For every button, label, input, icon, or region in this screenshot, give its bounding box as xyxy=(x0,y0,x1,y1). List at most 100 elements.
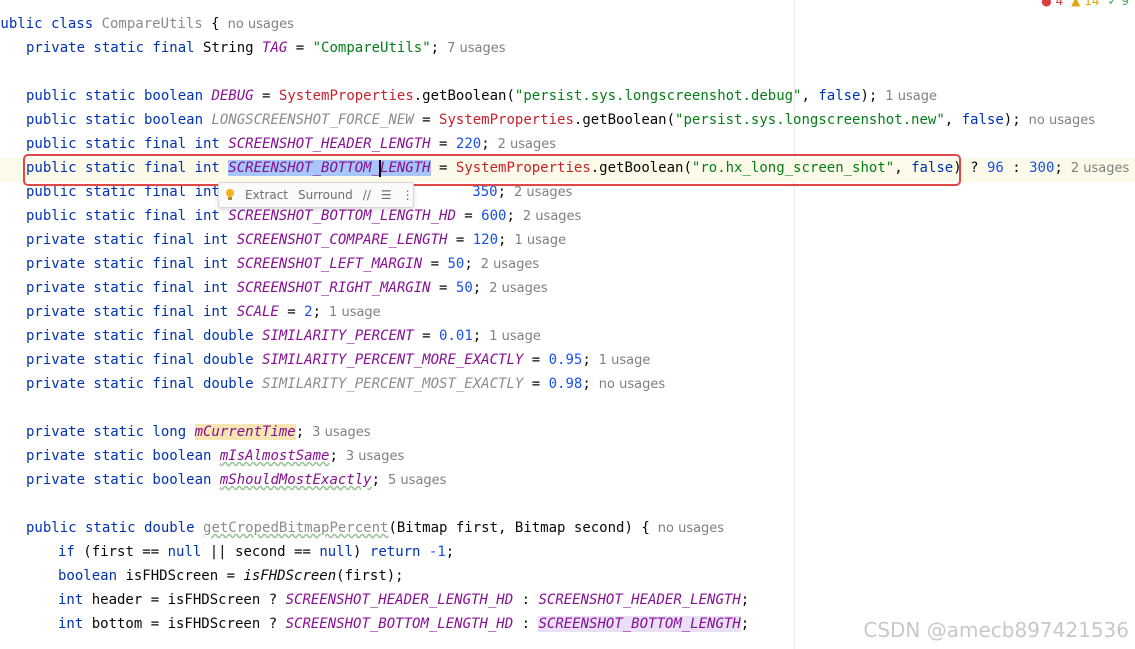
usage-hint[interactable]: 3 usages xyxy=(312,425,370,440)
code-line[interactable]: private static long mCurrentTime; 3 usage… xyxy=(26,420,371,444)
code-line[interactable]: private static final int SCREENSHOT_RIGH… xyxy=(26,276,548,300)
code-line[interactable]: public static final int SCREENSHOT_HEADE… xyxy=(26,132,556,156)
extract-button[interactable]: Extract xyxy=(245,188,288,202)
code-line[interactable]: private static boolean mIsAlmostSame; 3 u… xyxy=(26,444,404,468)
code-line[interactable]: public static boolean DEBUG = SystemProp… xyxy=(26,84,937,108)
field-name: SCREENSHOT_COMPARE_LENGTH xyxy=(236,232,448,248)
usage-hint[interactable]: 5 usages xyxy=(388,473,446,488)
usage-hint[interactable]: 2 usages xyxy=(523,209,581,224)
usage-hint[interactable]: 1 usage xyxy=(514,233,566,248)
keyword: public static final int xyxy=(26,184,229,200)
usage-hint[interactable]: 2 usages xyxy=(481,257,539,272)
usage-hint[interactable]: 2 usages xyxy=(514,185,572,200)
code-line[interactable]: private static final int SCREENSHOT_LEFT… xyxy=(26,252,539,276)
semicolon: ; xyxy=(464,256,473,272)
expr: || second == xyxy=(201,544,320,560)
code-editor[interactable]: ● 4 ▲ 14 ✓ 9 public class CompareUtils {… xyxy=(0,0,1135,649)
usage-hint[interactable]: 2 usages xyxy=(498,137,556,152)
code-line[interactable]: private static final int SCALE = 2; 1 usa… xyxy=(26,300,381,324)
watermark: CSDN @amecb897421536 xyxy=(863,618,1129,642)
usage-hint[interactable]: no usages xyxy=(1029,113,1095,128)
weak-warning-indicator[interactable]: ✓ 9 xyxy=(1107,0,1129,8)
method-call: .getBoolean( xyxy=(413,88,515,104)
semicolon: ; xyxy=(430,40,440,56)
semicolon: ; xyxy=(472,328,482,344)
usage-hint[interactable]: 3 usages xyxy=(346,449,404,464)
expr: (first == xyxy=(83,544,168,560)
error-indicator[interactable]: ● 4 xyxy=(1041,0,1063,8)
usage-hint[interactable]: no usages xyxy=(228,17,294,32)
field-name: mShouldMostExactly xyxy=(219,472,372,488)
floating-code-toolbar[interactable]: Extract Surround // ☰ ⋮ xyxy=(218,182,414,208)
code-line[interactable]: private static boolean mShouldMostExactl… xyxy=(26,468,446,492)
semicolon: ; xyxy=(1054,160,1063,176)
number-literal: 2 xyxy=(304,304,313,320)
keyword: private static final double xyxy=(26,352,263,368)
usage-hint[interactable]: 1 usage xyxy=(489,329,541,344)
keyword: public static boolean xyxy=(26,112,212,128)
format-icon[interactable]: ☰ xyxy=(381,188,392,202)
field-name-usage-highlight: SCREENSHOT_BOTTOM_LENGTH xyxy=(538,616,741,632)
separator: , xyxy=(801,88,819,104)
semicolon: ; xyxy=(312,304,322,320)
usage-hint[interactable]: 1 usage xyxy=(599,353,651,368)
code-line[interactable]: public static double getCropedBitmapPerc… xyxy=(26,516,724,540)
more-vertical-icon[interactable]: ⋮ xyxy=(402,188,414,202)
field-name: SIMILARITY_PERCENT_MOST_EXACTLY xyxy=(262,376,524,392)
code-line[interactable]: int header = isFHDScreen ? SCREENSHOT_HE… xyxy=(58,588,749,612)
operator: = xyxy=(422,256,448,272)
class-name: CompareUtils xyxy=(101,16,203,32)
field-name: SIMILARITY_PERCENT xyxy=(262,328,414,344)
usage-hint[interactable]: 7 usages xyxy=(447,41,505,56)
method-call: isFHDScreen xyxy=(243,568,337,584)
number-literal: 0.01 xyxy=(439,328,473,344)
semicolon: ; xyxy=(740,616,750,632)
field-name: SCREENSHOT_HEADER_LENGTH_HD xyxy=(285,592,514,608)
usage-hint[interactable]: 1 usage xyxy=(885,89,937,104)
field-name: SCREENSHOT_BOTTOM_LENGTH_HD xyxy=(285,616,514,632)
operator: = xyxy=(413,112,440,128)
usage-hint[interactable]: 2 usages xyxy=(489,281,547,296)
field-name: DEBUG xyxy=(211,88,254,104)
usage-hint[interactable]: 1 usage xyxy=(329,305,381,320)
code-line[interactable]: if (first == null || second == null) ret… xyxy=(58,540,454,564)
string-literal: "persist.sys.longscreenshot.debug" xyxy=(514,88,802,104)
code-line[interactable]: public static boolean LONGSCREENSHOT_FOR… xyxy=(26,108,1095,132)
weak-warning-count: 9 xyxy=(1121,0,1129,8)
code-line[interactable]: int bottom = isFHDScreen ? SCREENSHOT_BO… xyxy=(58,612,749,636)
number-literal: 600 xyxy=(481,208,507,224)
expr: ) xyxy=(353,544,370,560)
code-line[interactable]: boolean isFHDScreen = isFHDScreen(first)… xyxy=(58,564,404,588)
operator: = xyxy=(413,328,440,344)
field-name: SCREENSHOT_LEFT_MARGIN xyxy=(236,256,423,272)
operator: = xyxy=(523,352,549,368)
operator: = xyxy=(430,280,456,296)
expr: bottom = isFHDScreen ? xyxy=(91,616,286,632)
semicolon: ; xyxy=(329,448,338,464)
separator: , xyxy=(944,112,962,128)
inspection-indicators[interactable]: ● 4 ▲ 14 ✓ 9 xyxy=(1041,0,1129,8)
code-line[interactable]: private static final String TAG = "Compa… xyxy=(26,36,505,60)
expr: (first); xyxy=(336,568,404,584)
code-line[interactable]: private static final double SIMILARITY_P… xyxy=(26,348,650,372)
keyword: public static boolean xyxy=(26,88,212,104)
keyword: boolean xyxy=(58,568,126,584)
usage-hint[interactable]: no usages xyxy=(658,521,724,536)
comment-icon[interactable]: // xyxy=(363,188,371,202)
keyword: public static double xyxy=(26,520,204,536)
warning-indicator[interactable]: ▲ 14 xyxy=(1071,0,1099,8)
code-line[interactable]: private static final double SIMILARITY_P… xyxy=(26,324,541,348)
string-literal: "CompareUtils" xyxy=(312,40,431,56)
usage-hint[interactable]: 2 usages xyxy=(1071,161,1129,176)
operator: = xyxy=(253,88,279,104)
class-ref: SystemProperties xyxy=(439,112,574,128)
keyword: private static final int xyxy=(26,280,237,296)
code-line[interactable]: private static final int SCREENSHOT_COMP… xyxy=(26,228,566,252)
usage-hint[interactable]: no usages xyxy=(599,377,665,392)
number-literal: 50 xyxy=(455,280,473,296)
field-name: SCREENSHOT_HEADER_LENGTH xyxy=(538,592,741,608)
surround-button[interactable]: Surround xyxy=(298,188,353,202)
semicolon: ; xyxy=(498,232,507,248)
code-line[interactable]: private static final double SIMILARITY_P… xyxy=(26,372,665,396)
code-line[interactable]: public class CompareUtils {no usages xyxy=(0,12,294,36)
